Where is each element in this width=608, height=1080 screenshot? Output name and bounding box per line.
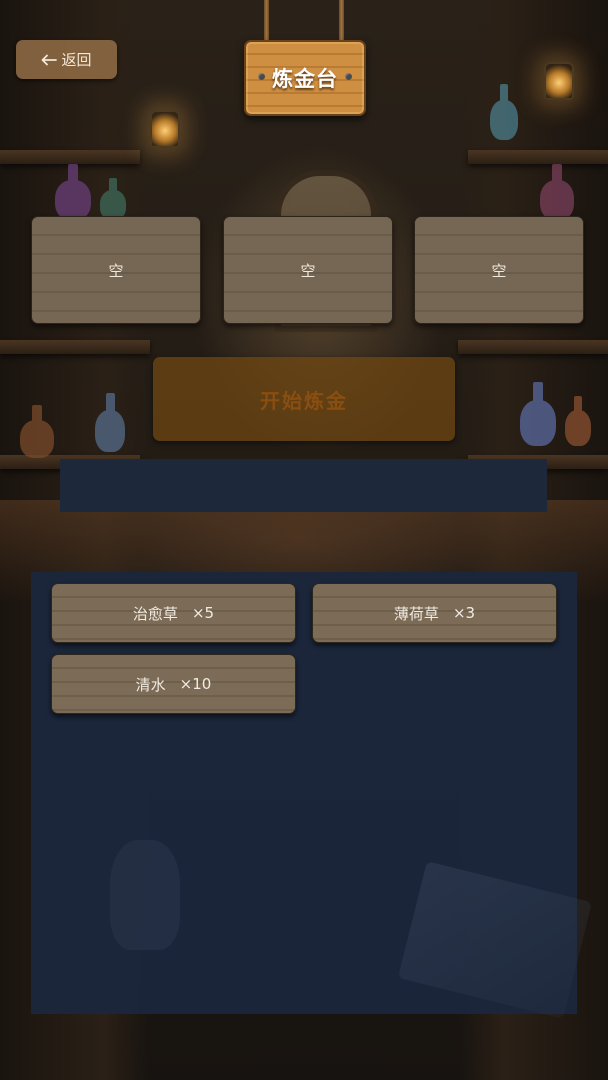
potion-bottle-icon [565,395,591,446]
sign-rope [264,0,269,44]
lantern-icon [544,62,574,100]
nail-icon [345,73,352,80]
item-name: 治愈草 [132,604,178,623]
item-count: ×5 [191,604,215,622]
shelf-plank [468,150,608,164]
slot-label: 空 [300,261,316,280]
potion-bottle-icon [490,84,518,140]
potion-bottle-icon [20,404,54,458]
nail-icon [258,73,265,80]
sign-rope [339,0,344,44]
shelf-plank [0,340,150,354]
start-alchemy-button[interactable]: 开始炼金 [153,357,455,441]
ingredient-slot-2[interactable]: 空 [223,216,393,324]
slot-label: 空 [108,261,124,280]
result-panel [60,459,547,512]
potion-bottle-icon [540,164,574,220]
start-alchemy-label: 开始炼金 [260,388,348,413]
inventory-item-mint[interactable]: 薄荷草 ×3 [312,583,557,643]
title-sign: 炼金台 [244,40,366,116]
potion-bottle-icon [520,381,556,446]
inventory-item-water[interactable]: 清水 ×10 [51,654,296,714]
lantern-icon [150,110,180,148]
page-title: 炼金台 [272,67,338,91]
ingredient-slot-1[interactable]: 空 [31,216,201,324]
back-button-label: 返回 [61,51,92,69]
shelf-plank [0,150,140,164]
faded-flask-decoration [110,840,180,950]
item-name: 清水 [135,675,166,694]
item-name: 薄荷草 [393,604,439,623]
item-count: ×3 [452,604,476,622]
back-button[interactable]: 返回 [16,40,117,79]
inventory-item-healing-herb[interactable]: 治愈草 ×5 [51,583,296,643]
item-count: ×10 [179,675,212,693]
shelf-plank [458,340,608,354]
potion-bottle-icon [95,393,125,452]
ingredient-slot-3[interactable]: 空 [414,216,584,324]
left-arrow-icon [42,54,58,65]
potion-bottle-icon [55,164,91,220]
slot-label: 空 [491,261,507,280]
